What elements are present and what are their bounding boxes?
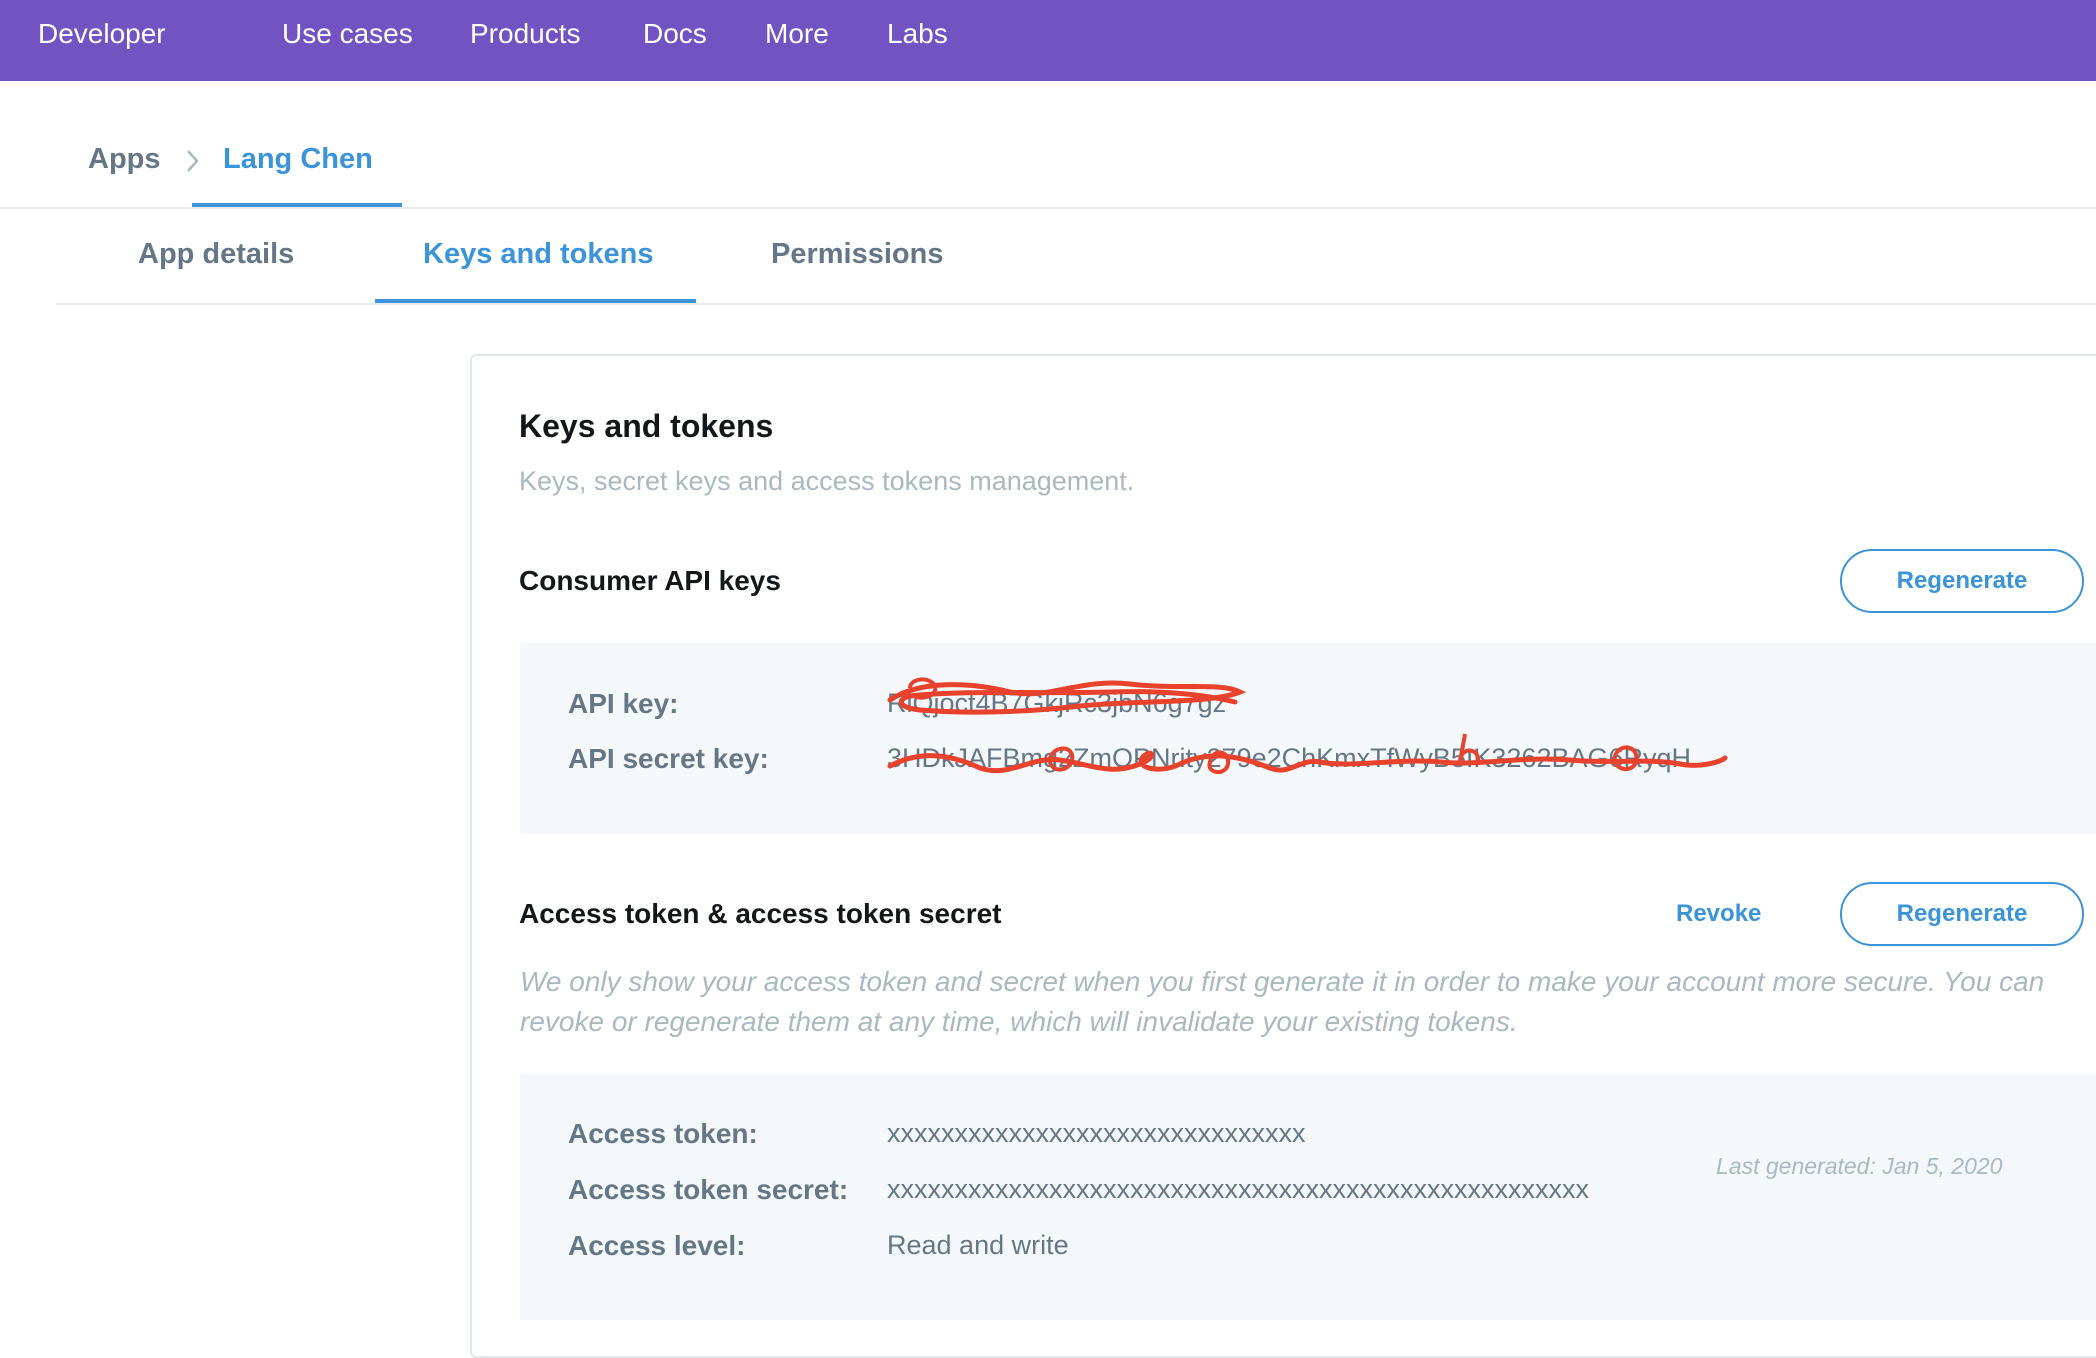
top-navigation: Developer Use cases Products Docs More L… bbox=[0, 0, 2096, 81]
breadcrumb-current-app[interactable]: Lang Chen bbox=[223, 143, 373, 176]
nav-item-more[interactable]: More bbox=[765, 0, 829, 68]
access-token-secret-label: Access token secret: bbox=[568, 1174, 849, 1205]
last-generated-text: Last generated: Jan 5, 2020 bbox=[1716, 1153, 2003, 1179]
tab-app-details[interactable]: App details bbox=[138, 238, 294, 271]
access-level-value: Read and write bbox=[887, 1230, 1069, 1260]
nav-item-use-cases[interactable]: Use cases bbox=[282, 0, 413, 68]
chevron-right-icon bbox=[187, 150, 199, 172]
breadcrumb-divider bbox=[0, 207, 2096, 209]
access-token-value: xxxxxxxxxxxxxxxxxxxxxxxxxxxxxxx bbox=[887, 1118, 1306, 1148]
card-subtitle: Keys, secret keys and access tokens mana… bbox=[519, 466, 1135, 496]
regenerate-consumer-keys-button[interactable]: Regenerate bbox=[1840, 549, 2084, 613]
card-title: Keys and tokens bbox=[519, 408, 774, 444]
access-token-secret-value: xxxxxxxxxxxxxxxxxxxxxxxxxxxxxxxxxxxxxxxx… bbox=[887, 1174, 1589, 1204]
api-key-label: API key: bbox=[568, 688, 679, 719]
nav-item-docs[interactable]: Docs bbox=[643, 0, 707, 68]
access-token-heading: Access token & access token secret bbox=[519, 898, 1002, 929]
consumer-api-keys-heading: Consumer API keys bbox=[519, 565, 781, 596]
access-token-note: We only show your access token and secre… bbox=[520, 966, 2045, 1037]
tab-keys-and-tokens[interactable]: Keys and tokens bbox=[423, 238, 653, 271]
tab-permissions[interactable]: Permissions bbox=[771, 238, 943, 271]
access-level-label: Access level: bbox=[568, 1230, 746, 1261]
regenerate-access-token-button[interactable]: Regenerate bbox=[1840, 882, 2084, 946]
nav-item-products[interactable]: Products bbox=[470, 0, 581, 68]
redaction-scribble bbox=[887, 677, 1247, 715]
breadcrumb-apps-link[interactable]: Apps bbox=[88, 143, 161, 176]
api-secret-key-label: API secret key: bbox=[568, 743, 769, 774]
tabs-divider bbox=[56, 303, 2096, 305]
developer-brand-link[interactable]: Developer bbox=[38, 0, 166, 68]
revoke-button[interactable]: Revoke bbox=[1676, 900, 1761, 928]
access-token-label: Access token: bbox=[568, 1118, 758, 1149]
nav-item-labs[interactable]: Labs bbox=[887, 0, 948, 68]
redaction-scribble bbox=[887, 733, 1728, 774]
